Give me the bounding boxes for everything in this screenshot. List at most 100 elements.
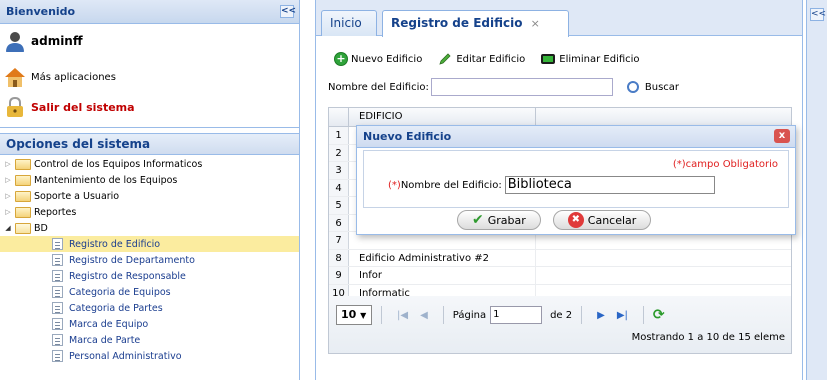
row-number: 4: [329, 179, 349, 196]
building-name-label: Nombre del Edificio:: [400, 179, 502, 191]
edit-building-label: Editar Edificio: [456, 53, 526, 65]
tree-node-label: Reportes: [34, 206, 77, 218]
page-size-select[interactable]: 10 ▼: [336, 305, 372, 325]
document-icon: [52, 350, 63, 362]
expand-arrow-icon[interactable]: ▷: [3, 208, 13, 216]
last-page-icon[interactable]: ▶|: [617, 310, 628, 321]
tree-item-categoria-equipos[interactable]: Categoria de Equipos: [0, 284, 299, 300]
row-number: 2: [329, 144, 349, 161]
save-button[interactable]: ✔ Grabar: [457, 210, 541, 230]
options-header: Opciones del sistema: [0, 133, 299, 155]
tree-item-categoria-partes[interactable]: Categoria de Partes: [0, 300, 299, 316]
tree-item-registro-edificio[interactable]: Registro de Edificio: [0, 236, 299, 252]
row-number: 6: [329, 214, 349, 231]
refresh-icon[interactable]: ⟳: [653, 308, 669, 322]
expand-right-button[interactable]: <<: [810, 8, 826, 21]
tree-item-registro-departamento[interactable]: Registro de Departamento: [0, 252, 299, 268]
tree-node-label: BD: [34, 222, 48, 234]
tab-close-icon[interactable]: ×: [531, 17, 540, 30]
tab-registro-edificio[interactable]: Registro de Edificio ×: [382, 10, 569, 37]
user-avatar-icon: [6, 32, 24, 52]
left-panel: Bienvenido << adminff Más aplicaciones S…: [0, 0, 300, 380]
new-building-label: Nuevo Edificio: [351, 53, 423, 65]
tree-node-label: Soporte a Usuario: [34, 190, 120, 202]
tree-item-registro-responsable[interactable]: Registro de Responsable: [0, 268, 299, 284]
collapse-left-button[interactable]: <<: [280, 5, 296, 18]
tree-node-bd[interactable]: ◢ BD: [0, 220, 299, 236]
row-number: 5: [329, 197, 349, 214]
username: adminff: [31, 34, 83, 48]
user-row: adminff: [4, 30, 83, 52]
building-name-field-row: (*) Nombre del Edificio: Biblioteca: [388, 176, 715, 194]
table-row[interactable]: 8 Edificio Administrativo #2: [329, 249, 791, 267]
document-icon: [52, 270, 63, 282]
tree-node-soporte[interactable]: ▷ Soporte a Usuario: [0, 188, 299, 204]
user-box: adminff Más aplicaciones Salir del siste…: [0, 24, 299, 128]
row-number-header: [329, 108, 349, 126]
delete-building-label: Eliminar Edificio: [559, 53, 640, 65]
tab-label: Inicio: [330, 16, 362, 30]
lock-icon: [7, 96, 23, 117]
search-button[interactable]: Buscar: [626, 81, 679, 93]
document-icon: [52, 334, 63, 346]
first-page-icon[interactable]: |◀: [397, 310, 408, 321]
left-panel-header: Bienvenido <<: [0, 0, 299, 24]
expand-arrow-icon[interactable]: ▷: [3, 160, 13, 168]
document-icon: [52, 286, 63, 298]
prev-page-icon[interactable]: ◀: [420, 310, 428, 321]
search-label: Nombre del Edificio:: [328, 81, 429, 93]
tab-inicio[interactable]: Inicio: [321, 10, 377, 36]
separator: [642, 306, 644, 324]
delete-building-button[interactable]: Eliminar Edificio: [541, 53, 640, 65]
separator: [381, 306, 382, 324]
document-icon: [52, 254, 63, 266]
add-icon: +: [334, 52, 348, 66]
table-row[interactable]: 9 Infor: [329, 267, 791, 285]
expand-arrow-icon[interactable]: ▷: [3, 176, 13, 184]
tree-item-label: Marca de Parte: [69, 334, 141, 346]
tree-item-label: Registro de Responsable: [69, 270, 186, 282]
collapse-arrow-icon[interactable]: ◢: [3, 224, 13, 232]
search-input[interactable]: [430, 78, 613, 96]
more-apps-label: Más aplicaciones: [31, 71, 116, 83]
logout-link[interactable]: Salir del sistema: [4, 96, 135, 118]
folder-icon: [15, 174, 31, 186]
tree-node-mantenimiento[interactable]: ▷ Mantenimiento de los Equipos: [0, 172, 299, 188]
dialog-header: Nuevo Edificio x: [357, 126, 795, 148]
tree-node-control[interactable]: ▷ Control de los Equipos Informaticos: [0, 156, 299, 172]
building-name-input[interactable]: Biblioteca: [504, 176, 715, 194]
row-number: 7: [329, 232, 349, 249]
tree-item-label: Registro de Edificio: [69, 238, 161, 250]
cancel-button[interactable]: ✖ Cancelar: [552, 210, 652, 230]
folder-icon: [15, 206, 31, 218]
expand-arrow-icon[interactable]: ▷: [3, 192, 13, 200]
tree-item-label: Registro de Departamento: [69, 254, 195, 266]
separator: [442, 306, 444, 324]
toolbar: + Nuevo Edificio Editar Edificio Elimina…: [334, 52, 656, 66]
dialog-body: (*)campo Obligatorio (*) Nombre del Edif…: [363, 150, 789, 208]
left-panel-title: Bienvenido: [6, 5, 76, 18]
page-size-value: 10: [341, 308, 357, 321]
tree-item-personal-administrativo[interactable]: Personal Administrativo: [0, 348, 299, 364]
next-page-icon[interactable]: ▶: [597, 310, 605, 321]
page-number-input[interactable]: 1: [490, 306, 543, 324]
folder-icon: [15, 190, 31, 202]
page-count: de 2: [550, 309, 573, 321]
logout-label: Salir del sistema: [31, 100, 135, 114]
home-icon: [5, 68, 25, 87]
tab-label: Registro de Edificio: [391, 16, 523, 30]
column-header-edificio[interactable]: EDIFICIO: [349, 108, 536, 126]
edit-building-button[interactable]: Editar Edificio: [438, 52, 525, 66]
new-building-button[interactable]: + Nuevo Edificio: [334, 52, 422, 66]
dialog-close-icon[interactable]: x: [774, 129, 790, 143]
dialog-buttons: ✔ Grabar ✖ Cancelar: [457, 210, 663, 230]
save-label: Grabar: [487, 213, 526, 227]
required-mark: (*): [388, 179, 401, 191]
tree-item-marca-parte[interactable]: Marca de Parte: [0, 332, 299, 348]
document-icon: [52, 302, 63, 314]
pencil-icon: [439, 53, 451, 65]
check-icon: ✔: [472, 212, 484, 228]
more-apps-link[interactable]: Más aplicaciones: [4, 66, 116, 88]
tree-node-reportes[interactable]: ▷ Reportes: [0, 204, 299, 220]
tree-item-marca-equipo[interactable]: Marca de Equipo: [0, 316, 299, 332]
